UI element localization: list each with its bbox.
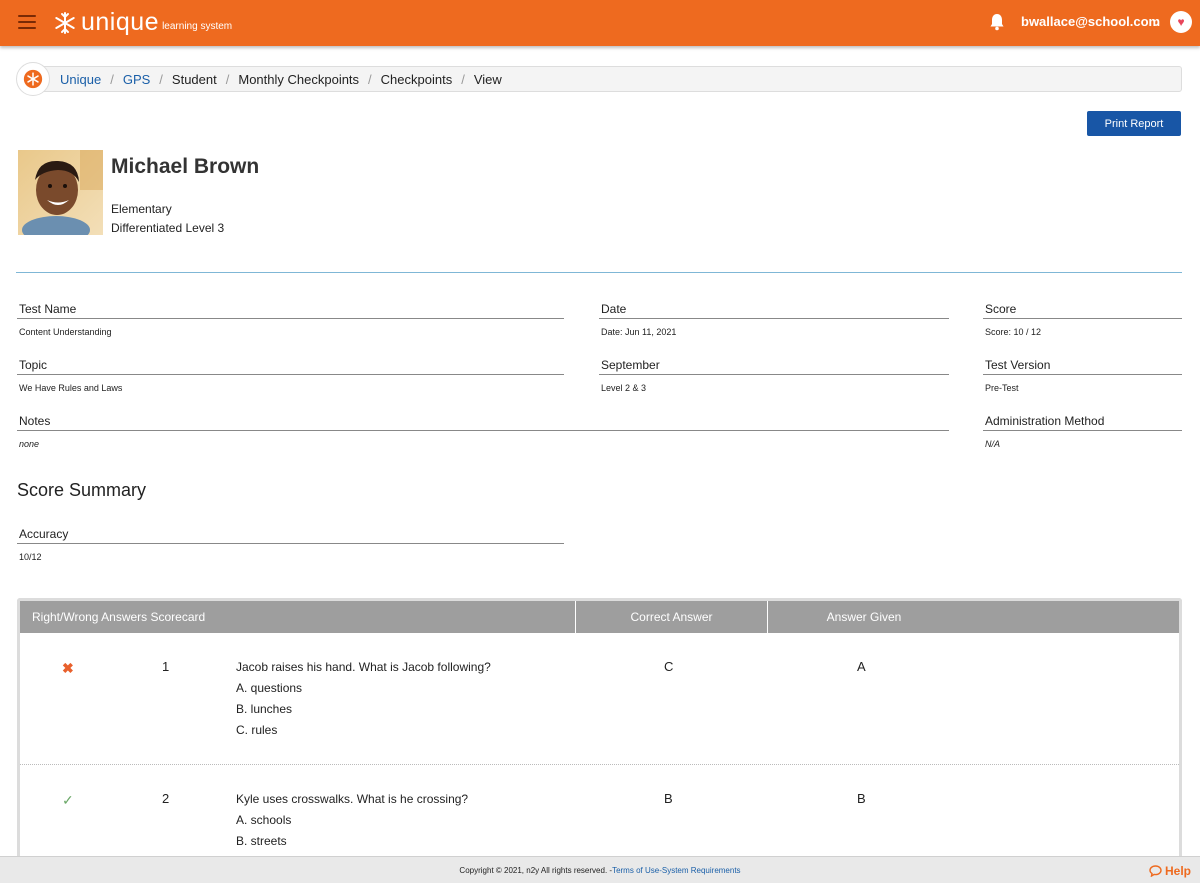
question-number: 2 xyxy=(162,791,170,806)
field-value: Content Understanding xyxy=(19,327,112,337)
test-version-field: Test Version Pre-Test xyxy=(983,358,1182,393)
field-value: 10/12 xyxy=(19,552,42,562)
topic-field: Topic We Have Rules and Laws xyxy=(17,358,564,393)
field-value: Date: Jun 11, 2021 xyxy=(601,327,677,337)
brand-name: unique xyxy=(81,8,160,36)
field-label: Date xyxy=(599,302,949,319)
field-label: Notes xyxy=(17,414,949,431)
field-label: Topic xyxy=(17,358,564,375)
field-value: none xyxy=(19,439,40,449)
menu-icon[interactable] xyxy=(18,15,36,29)
column-header-correct-answer: Correct Answer xyxy=(576,601,768,633)
correct-answer: B xyxy=(664,791,673,806)
check-icon: ✓ xyxy=(62,792,74,808)
breadcrumb-link-gps[interactable]: GPS xyxy=(123,72,150,87)
date-field: Date Date: Jun 11, 2021 xyxy=(599,302,949,337)
question-number: 1 xyxy=(162,659,170,674)
print-report-button[interactable]: Print Report xyxy=(1087,111,1181,136)
cross-icon: ✖ xyxy=(62,660,74,676)
student-school-level: Elementary xyxy=(111,202,172,216)
heart-icon: ♥ xyxy=(1177,15,1185,29)
field-value: N/A xyxy=(985,439,1001,449)
section-divider xyxy=(16,272,1182,273)
breadcrumb: Unique / GPS / Student / Monthly Checkpo… xyxy=(16,62,1182,96)
accuracy-field: Accuracy 10/12 xyxy=(17,527,564,562)
snowflake-logo-icon xyxy=(55,12,75,34)
chevron-down-icon[interactable]: ⌄ xyxy=(1151,15,1161,29)
test-name-field: Test Name Content Understanding xyxy=(17,302,564,337)
field-label: Test Name xyxy=(17,302,564,319)
field-label: Administration Method xyxy=(983,414,1182,431)
field-label: September xyxy=(599,358,949,375)
brand-tagline: learning system xyxy=(162,21,233,32)
answer-given: B xyxy=(857,791,866,806)
field-value: We Have Rules and Laws xyxy=(19,383,123,393)
answer-option: B. streets xyxy=(236,834,287,848)
copyright-text: Copyright © 2021, n2y All rights reserve… xyxy=(459,865,613,875)
brand-logo[interactable]: unique learning system xyxy=(53,9,232,35)
field-label: Test Version xyxy=(983,358,1182,375)
terms-of-use-link[interactable]: Terms of Use xyxy=(612,866,659,875)
question-text: Jacob raises his hand. What is Jacob fol… xyxy=(236,660,491,674)
user-avatar[interactable]: ♥ xyxy=(1170,11,1192,33)
field-value: Pre-Test xyxy=(985,383,1019,393)
snowflake-icon xyxy=(23,69,43,89)
answer-option: C. rules xyxy=(236,723,278,737)
field-label: Score xyxy=(983,302,1182,319)
chat-bubble-icon xyxy=(1149,865,1162,877)
answers-scorecard-table: Right/Wrong Answers Scorecard Correct An… xyxy=(17,598,1182,868)
score-summary-title: Score Summary xyxy=(17,480,147,500)
notes-field: Notes none xyxy=(17,414,949,449)
column-header-scorecard: Right/Wrong Answers Scorecard xyxy=(20,601,576,633)
student-name: Michael Brown xyxy=(111,155,260,178)
breadcrumb-item-view: View xyxy=(473,71,502,87)
help-button[interactable]: Help xyxy=(1149,864,1191,878)
column-header-answer-given: Answer Given xyxy=(826,610,902,624)
question-block: Jacob raises his hand. What is Jacob fol… xyxy=(236,657,491,741)
administration-method-field: Administration Method N/A xyxy=(983,414,1182,449)
correct-answer: C xyxy=(664,659,674,674)
answer-option: B. lunches xyxy=(236,702,293,716)
score-field: Score Score: 10 / 12 xyxy=(983,302,1182,337)
page-footer: Copyright © 2021, n2y All rights reserve… xyxy=(0,856,1200,883)
field-label: Accuracy xyxy=(17,527,564,544)
breadcrumb-item-student: Student xyxy=(171,71,217,87)
student-photo xyxy=(18,150,103,235)
table-header: Right/Wrong Answers Scorecard Correct An… xyxy=(20,601,1179,633)
top-navigation-bar: unique learning system bwallace@school.c… xyxy=(0,0,1200,46)
system-requirements-link[interactable]: System Requirements xyxy=(662,866,741,875)
help-label: Help xyxy=(1165,864,1192,878)
field-value: Level 2 & 3 xyxy=(601,383,647,393)
notification-bell-icon[interactable] xyxy=(989,13,1005,31)
answer-option: A. questions xyxy=(236,681,303,695)
breadcrumb-link-unique[interactable]: Unique xyxy=(60,72,101,87)
student-differentiation: Differentiated Level 3 xyxy=(111,221,225,235)
question-text: Kyle uses crosswalks. What is he crossin… xyxy=(236,792,469,806)
breadcrumb-home-icon[interactable] xyxy=(16,62,50,96)
answer-given: A xyxy=(857,659,866,674)
breadcrumb-item-checkpoints: Checkpoints xyxy=(380,71,453,87)
breadcrumb-item-monthly-checkpoints: Monthly Checkpoints xyxy=(238,71,360,87)
field-value: Score: 10 / 12 xyxy=(985,327,1042,337)
answer-option: A. schools xyxy=(236,813,292,827)
september-field: September Level 2 & 3 xyxy=(599,358,949,393)
user-email-menu[interactable]: bwallace@school.com xyxy=(1021,14,1160,29)
table-row: ✓ 2 Kyle uses crosswalks. What is he cro… xyxy=(20,765,1179,868)
table-row: ✖ 1 Jacob raises his hand. What is Jacob… xyxy=(20,633,1179,765)
